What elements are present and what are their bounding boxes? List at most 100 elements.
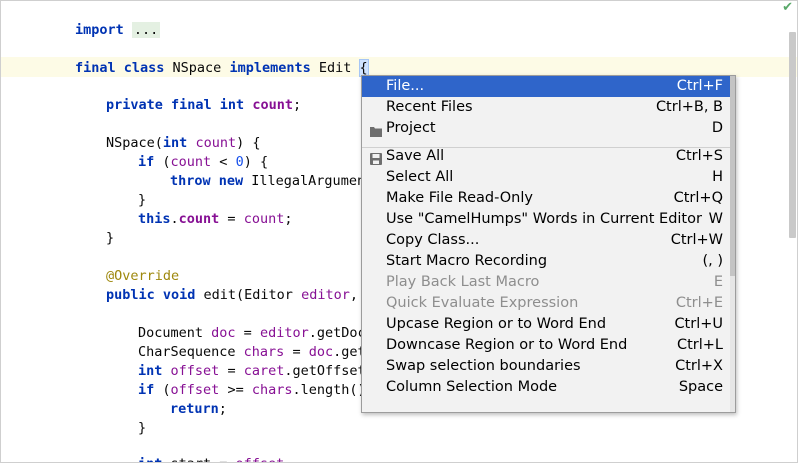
code-token: } — [138, 420, 147, 436]
code-token: throw new — [170, 173, 244, 189]
code-token: implements — [229, 60, 311, 76]
code-token: = — [284, 344, 309, 360]
menu-item-label: Project — [386, 120, 436, 136]
code-line: int start = offset — [138, 455, 284, 462]
code-token: .length() — [292, 382, 366, 398]
code-token: ( — [154, 382, 171, 398]
menu-item-shortcut: D — [711, 120, 723, 136]
code-line: } — [106, 229, 114, 248]
menu-item-shortcut: E — [713, 274, 723, 290]
menu-item-label: Select All — [386, 169, 454, 185]
code-token: int — [138, 363, 163, 379]
editor-scrollbar-thumb[interactable] — [789, 32, 796, 238]
code-token: < — [211, 154, 236, 170]
folded-code-region[interactable]: ... — [131, 22, 161, 38]
code-token: private final int — [106, 97, 245, 113]
code-token: count — [252, 97, 293, 113]
menu-item-quick-evaluate-expression[interactable]: Quick Evaluate Expression Ctrl+E — [362, 293, 730, 314]
menu-item-shortcut: (, ) — [702, 253, 723, 269]
code-line: @Override — [106, 267, 179, 286]
save-icon — [370, 151, 382, 165]
menu-item-make-file-read-only[interactable]: Make File Read-Only Ctrl+Q — [362, 188, 730, 209]
menu-item-shortcut: W — [708, 211, 723, 227]
menu-item-use-camelhumps-words-in-current-editor[interactable]: Use "CamelHumps" Words in Current Editor… — [362, 209, 730, 230]
menu-item-downcase-region-or-to-word-end[interactable]: Downcase Region or to Word End Ctrl+L — [362, 335, 730, 356]
menu-item-label: Column Selection Mode — [386, 379, 558, 395]
menu-item-label: Make File Read-Only — [386, 190, 533, 206]
code-line: int offset = caret.getOffset — [138, 362, 366, 381]
menu-item-shortcut: Ctrl+X — [675, 358, 723, 374]
code-token: offset — [170, 363, 220, 379]
menu-item-label: Play Back Last Macro — [386, 274, 540, 290]
code-token: count — [243, 211, 285, 227]
action-popup-menu: File... Ctrl+F Recent Files Ctrl+B, B Projec… — [361, 75, 736, 413]
code-token: } — [138, 192, 147, 208]
menu-item-shortcut: Space — [678, 379, 723, 395]
menu-separator — [362, 147, 730, 148]
code-token: editor — [301, 287, 350, 303]
menu-item-swap-selection-boundaries[interactable]: Swap selection boundaries Ctrl+X — [362, 356, 730, 377]
code-token: Edit — [310, 60, 360, 76]
code-token: NSpace — [164, 60, 230, 76]
code-token: NSpace( — [106, 135, 163, 151]
code-token: ; — [292, 97, 302, 113]
code-token: ( — [154, 154, 171, 170]
popup-scrollbar-thumb[interactable] — [730, 76, 735, 276]
menu-item-project[interactable]: Project D — [362, 118, 730, 139]
code-token: if — [138, 382, 155, 398]
code-line: import ... — [75, 21, 161, 40]
code-token: } — [106, 230, 115, 246]
menu-item-shortcut: Ctrl+Q — [673, 190, 723, 206]
code-token: @Override — [106, 268, 180, 284]
menu-item-recent-files[interactable]: Recent Files Ctrl+B, B — [362, 97, 730, 118]
menu-item-label: Start Macro Recording — [386, 253, 548, 269]
menu-item-label: Downcase Region or to Word End — [386, 337, 628, 353]
code-line: Document doc = editor.getDoc — [138, 324, 366, 343]
code-line: if (count < 0) { — [138, 153, 268, 172]
menu-item-copy-class[interactable]: Copy Class... Ctrl+W — [362, 230, 730, 251]
menu-item-shortcut: Ctrl+E — [675, 295, 723, 311]
menu-item-select-all[interactable]: Select All H — [362, 167, 730, 188]
menu-item-play-back-last-macro[interactable]: Play Back Last Macro E — [362, 272, 730, 293]
code-token: doc — [211, 325, 236, 341]
menu-item-file[interactable]: File... Ctrl+F — [362, 76, 730, 97]
menu-item-label: File... — [386, 78, 425, 94]
code-line: return; — [170, 400, 227, 419]
code-token: IllegalArgumen — [243, 173, 366, 189]
code-token: .getOffset — [284, 363, 366, 379]
code-token: this — [138, 211, 171, 227]
menu-item-shortcut: Ctrl+W — [670, 232, 723, 248]
code-token: ; — [218, 401, 227, 417]
code-token: caret — [243, 363, 285, 379]
code-line: public void edit(Editor editor, — [106, 286, 358, 305]
menu-item-save-all[interactable]: Save All Ctrl+S — [362, 146, 730, 167]
popup-scrollbar[interactable] — [730, 76, 735, 412]
code-token: int — [138, 456, 162, 462]
code-line: private final int count; — [106, 96, 301, 115]
menu-item-label: Save All — [386, 148, 445, 164]
menu-item-upcase-region-or-to-word-end[interactable]: Upcase Region or to Word End Ctrl+U — [362, 314, 730, 335]
code-line: CharSequence chars = doc.get — [138, 343, 366, 362]
code-token: ) { — [243, 154, 269, 170]
code-token: editor — [259, 325, 309, 341]
menu-item-start-macro-recording[interactable]: Start Macro Recording (, ) — [362, 251, 730, 272]
code-token: edit(Editor — [195, 287, 302, 303]
menu-item-shortcut: Ctrl+U — [674, 316, 723, 332]
code-token: = — [219, 211, 244, 227]
menu-item-column-selection-mode[interactable]: Column Selection Mode Space — [362, 377, 730, 398]
inspection-ok-icon[interactable]: ✔ — [782, 1, 793, 15]
code-line: } — [138, 419, 146, 438]
menu-item-label: Use "CamelHumps" Words in Current Editor — [386, 211, 702, 227]
editor-frame: import ... final class NSpace implements … — [0, 0, 798, 463]
code-line: final class NSpace implements Edit { — [75, 59, 369, 78]
code-line: } — [138, 191, 146, 210]
code-token: import — [75, 22, 124, 38]
code-token: count — [178, 211, 220, 227]
code-token: 0 — [235, 154, 244, 170]
code-token: int — [162, 135, 188, 151]
code-token: . — [170, 211, 179, 227]
menu-item-label: Quick Evaluate Expression — [386, 295, 579, 311]
code-token: offset — [170, 382, 220, 398]
folder-icon — [370, 123, 382, 137]
